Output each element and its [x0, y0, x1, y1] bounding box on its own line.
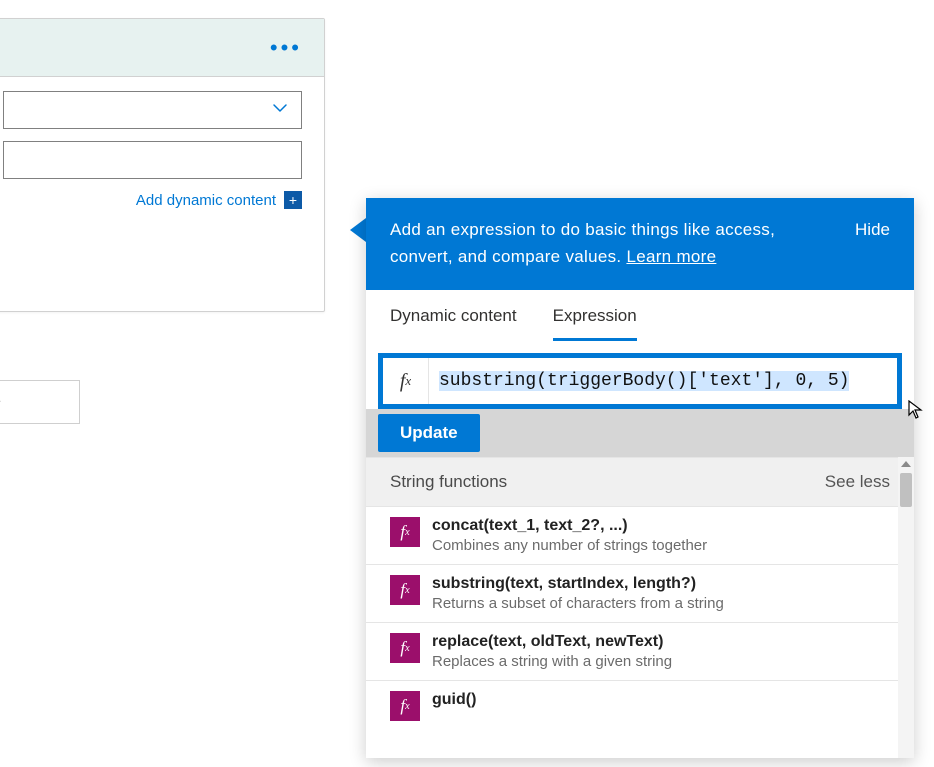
list-item[interactable]: fx substring(text, startIndex, length?) … [366, 565, 914, 623]
scrollbar[interactable] [898, 457, 914, 758]
section-title: String functions [390, 472, 507, 492]
function-text: replace(text, oldText, newText) Replaces… [432, 633, 672, 670]
add-dynamic-content-link[interactable]: Add dynamic content + [3, 191, 302, 209]
learn-more-link[interactable]: Learn more [626, 247, 716, 266]
add-dynamic-content-label: Add dynamic content [136, 192, 276, 209]
function-signature: substring(text, startIndex, length?) [432, 575, 724, 593]
plus-icon: + [284, 191, 302, 209]
panel-header: Add an expression to do basic things lik… [366, 198, 914, 290]
function-signature: replace(text, oldText, newText) [432, 633, 672, 651]
function-description: Combines any number of strings together [432, 537, 707, 554]
fx-badge-icon: fx [390, 633, 420, 663]
dropdown-field[interactable] [3, 91, 302, 129]
hide-button[interactable]: Hide [855, 216, 890, 243]
tab-bar: Dynamic content Expression [366, 290, 914, 341]
stray-text: ve [0, 393, 1, 411]
card-body: Add dynamic content + [0, 77, 324, 311]
fx-badge-icon: fx [390, 691, 420, 721]
tab-dynamic-content[interactable]: Dynamic content [390, 306, 517, 341]
tab-expression[interactable]: Expression [553, 306, 637, 341]
action-card: ••• Add dynamic content + [0, 18, 325, 312]
update-bar: Update [366, 409, 914, 457]
card-spacer [3, 209, 302, 289]
fx-badge-icon: fx [390, 517, 420, 547]
function-text: guid() [432, 691, 476, 721]
list-item[interactable]: fx replace(text, oldText, newText) Repla… [366, 623, 914, 681]
function-signature: concat(text_1, text_2?, ...) [432, 517, 707, 535]
panel-header-text: Add an expression to do basic things lik… [390, 216, 839, 270]
function-list: fx concat(text_1, text_2?, ...) Combines… [366, 507, 914, 731]
expression-input[interactable]: substring(triggerBody()['text'], 0, 5) [429, 358, 897, 404]
fx-badge-icon: fx [390, 575, 420, 605]
fx-icon: fx [383, 358, 429, 404]
chevron-down-icon [271, 99, 289, 121]
list-item[interactable]: fx concat(text_1, text_2?, ...) Combines… [366, 507, 914, 565]
function-text: substring(text, startIndex, length?) Ret… [432, 575, 724, 612]
section-header: String functions See less [366, 457, 914, 507]
panel-header-line1: Add an expression to do basic things lik… [390, 220, 775, 239]
card-header: ••• [0, 19, 324, 77]
function-description: Returns a subset of characters from a st… [432, 595, 724, 612]
stray-fragment: ve [0, 380, 80, 424]
update-button[interactable]: Update [378, 414, 480, 452]
scroll-up-icon[interactable] [901, 461, 911, 467]
expression-panel: Add an expression to do basic things lik… [366, 198, 914, 758]
expression-value: substring(triggerBody()['text'], 0, 5) [439, 371, 849, 391]
text-input-field[interactable] [3, 141, 302, 179]
scroll-thumb[interactable] [900, 473, 912, 507]
panel-header-line2: convert, and compare values. [390, 247, 626, 266]
more-icon[interactable]: ••• [270, 35, 302, 61]
function-signature: guid() [432, 691, 476, 709]
see-less-link[interactable]: See less [825, 472, 890, 492]
function-description: Replaces a string with a given string [432, 653, 672, 670]
function-text: concat(text_1, text_2?, ...) Combines an… [432, 517, 707, 554]
expression-input-wrap: fx substring(triggerBody()['text'], 0, 5… [378, 353, 902, 409]
callout-arrow-icon [350, 218, 366, 242]
list-item[interactable]: fx guid() [366, 681, 914, 731]
functions-section: String functions See less fx concat(text… [366, 457, 914, 758]
